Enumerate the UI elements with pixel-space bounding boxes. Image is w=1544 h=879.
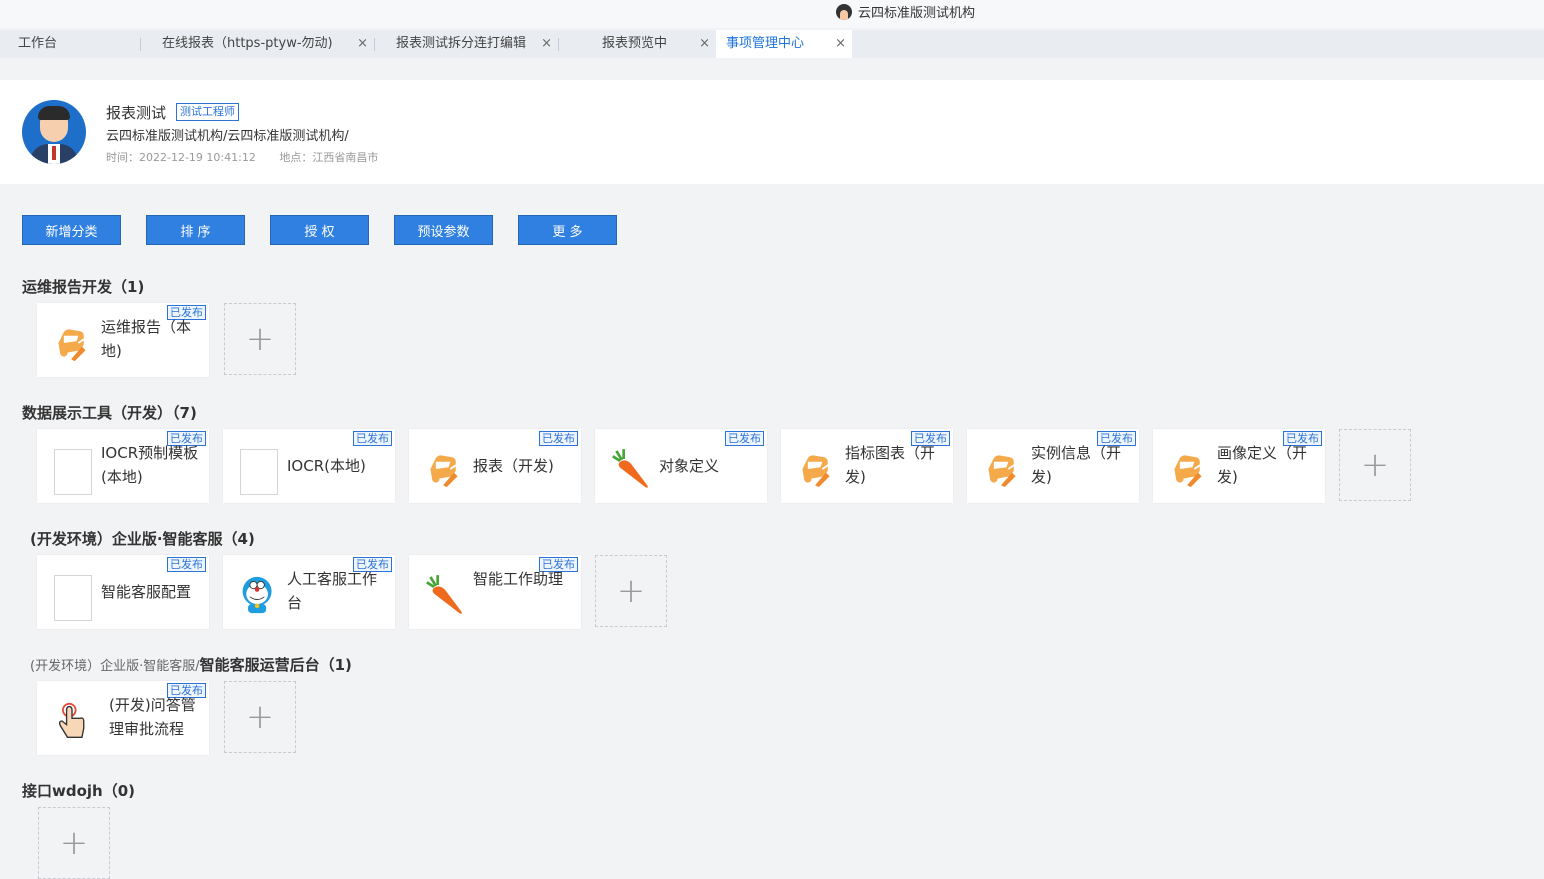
- tab-label: 报表预览中: [602, 36, 668, 51]
- tab-label: 报表测试拆分连打编辑: [396, 36, 527, 51]
- tab-bar: 工作台 在线报表（https-ptyw-勿动) × 报表测试拆分连打编辑 × 报…: [0, 30, 1544, 58]
- avatar: [22, 100, 86, 164]
- user-meta: 时间：2022-12-19 10:41:12 地点：江西省南昌市: [106, 149, 398, 165]
- add-item-button[interactable]: +: [224, 681, 296, 753]
- close-icon[interactable]: ×: [357, 30, 368, 58]
- car-icon: [1173, 454, 1207, 489]
- add-item-button[interactable]: +: [224, 303, 296, 375]
- authorize-button[interactable]: 授 权: [270, 215, 369, 245]
- hand-pointer-icon: [58, 702, 85, 738]
- tile-label: 画像定义（开发): [1217, 444, 1308, 486]
- add-category-button[interactable]: 新增分类: [22, 215, 121, 245]
- carrot-icon: [425, 573, 463, 616]
- section-title: 运维报告开发（1): [22, 278, 145, 296]
- more-button[interactable]: 更 多: [518, 215, 617, 245]
- tab-online-report[interactable]: 在线报表（https-ptyw-勿动) ×: [140, 30, 374, 58]
- org-avatar-icon: [836, 3, 852, 20]
- app-tile[interactable]: 已发布 运维报告（本地): [37, 303, 209, 377]
- tab-label: 工作台: [18, 36, 58, 51]
- tile-label: 智能客服配置: [101, 583, 192, 601]
- doraemon-icon: [242, 576, 272, 614]
- car-icon: [57, 328, 91, 363]
- add-item-button[interactable]: +: [38, 807, 110, 879]
- blank-icon: [53, 447, 92, 495]
- user-card: 报表测试 测试工程师 云四标准版测试机构/云四标准版测试机构/ 时间：2022-…: [0, 80, 1544, 184]
- tab-label: 事项管理中心: [726, 36, 805, 51]
- tile-label: 实例信息（开发): [1031, 444, 1122, 486]
- app-tile[interactable]: 已发布 指标图表（开发): [781, 429, 953, 503]
- blank-icon: [53, 573, 92, 621]
- car-icon: [987, 454, 1021, 489]
- org-switcher[interactable]: 云四标准版测试机构: [836, 2, 975, 21]
- carrot-icon: [611, 447, 649, 490]
- status-badge: 已发布: [353, 431, 392, 446]
- org-path: 云四标准版测试机构/云四标准版测试机构/: [106, 129, 349, 144]
- app-tile[interactable]: 已发布 实例信息（开发): [967, 429, 1139, 503]
- tile-label: 智能工作助理: [473, 570, 564, 588]
- app-tile[interactable]: 已发布 对象定义: [595, 429, 767, 503]
- add-item-button[interactable]: +: [1339, 429, 1411, 501]
- app-tile[interactable]: 已发布 (开发)问答管理审批流程: [37, 681, 209, 755]
- toolbar: 新增分类 排 序 授 权 预设参数 更 多: [22, 215, 642, 245]
- tile-label: 指标图表（开发): [845, 444, 936, 486]
- role-badge: 测试工程师: [176, 103, 239, 121]
- preset-params-button[interactable]: 预设参数: [394, 215, 493, 245]
- tile-label: IOCR预制模板(本地): [101, 444, 199, 486]
- section-title: 数据展示工具（开发）（7): [22, 404, 197, 422]
- section-title-main: 智能客服运营后台（1): [199, 656, 352, 674]
- tab-item-management[interactable]: 事项管理中心 ×: [716, 30, 852, 58]
- status-badge: 已发布: [167, 557, 206, 572]
- app-tile[interactable]: 已发布 IOCR预制模板(本地): [37, 429, 209, 503]
- tab-report-test-edit[interactable]: 报表测试拆分连打编辑 ×: [374, 30, 558, 58]
- app-tile[interactable]: 已发布 报表（开发): [409, 429, 581, 503]
- tile-label: IOCR(本地): [287, 457, 366, 475]
- tab-label: 在线报表（https-ptyw-勿动): [162, 36, 333, 51]
- app-tile[interactable]: 已发布 IOCR(本地): [223, 429, 395, 503]
- sort-button[interactable]: 排 序: [146, 215, 245, 245]
- status-badge: 已发布: [539, 431, 578, 446]
- section-title: 接口wdojh（0): [22, 782, 136, 800]
- section-title-prefix: (开发环境）企业版·智能客服/: [30, 659, 200, 674]
- tab-workbench[interactable]: 工作台: [0, 30, 140, 58]
- tile-label: 报表（开发): [473, 457, 554, 475]
- tile-label: 对象定义: [659, 457, 720, 475]
- app-tile[interactable]: 已发布 人工客服工作台: [223, 555, 395, 629]
- login-time: 时间：2022-12-19 10:41:12: [106, 151, 256, 164]
- tile-label: 运维报告（本地): [101, 318, 192, 360]
- app-tile[interactable]: 已发布 智能工作助理: [409, 555, 581, 629]
- top-bar: 云四标准版测试机构: [0, 0, 1544, 28]
- tile-label: (开发)问答管理审批流程: [109, 696, 196, 738]
- app-tile[interactable]: 已发布 画像定义（开发): [1153, 429, 1325, 503]
- login-location: 地点：江西省南昌市: [279, 151, 379, 164]
- close-icon[interactable]: ×: [541, 30, 552, 58]
- tile-label: 人工客服工作台: [287, 570, 378, 612]
- user-name: 报表测试: [106, 104, 167, 122]
- org-name: 云四标准版测试机构: [858, 6, 976, 21]
- status-badge: 已发布: [725, 431, 764, 446]
- add-item-button[interactable]: +: [595, 555, 667, 627]
- close-icon[interactable]: ×: [699, 30, 710, 58]
- close-icon[interactable]: ×: [835, 30, 846, 58]
- car-icon: [801, 454, 835, 489]
- car-icon: [429, 454, 463, 489]
- section-title: (开发环境）企业版·智能客服/智能客服运营后台（1): [30, 654, 352, 675]
- app-tile[interactable]: 已发布 智能客服配置: [37, 555, 209, 629]
- blank-icon: [239, 447, 278, 495]
- tab-report-preview[interactable]: 报表预览中 ×: [558, 30, 716, 58]
- section-title: (开发环境）企业版·智能客服（4): [30, 530, 255, 548]
